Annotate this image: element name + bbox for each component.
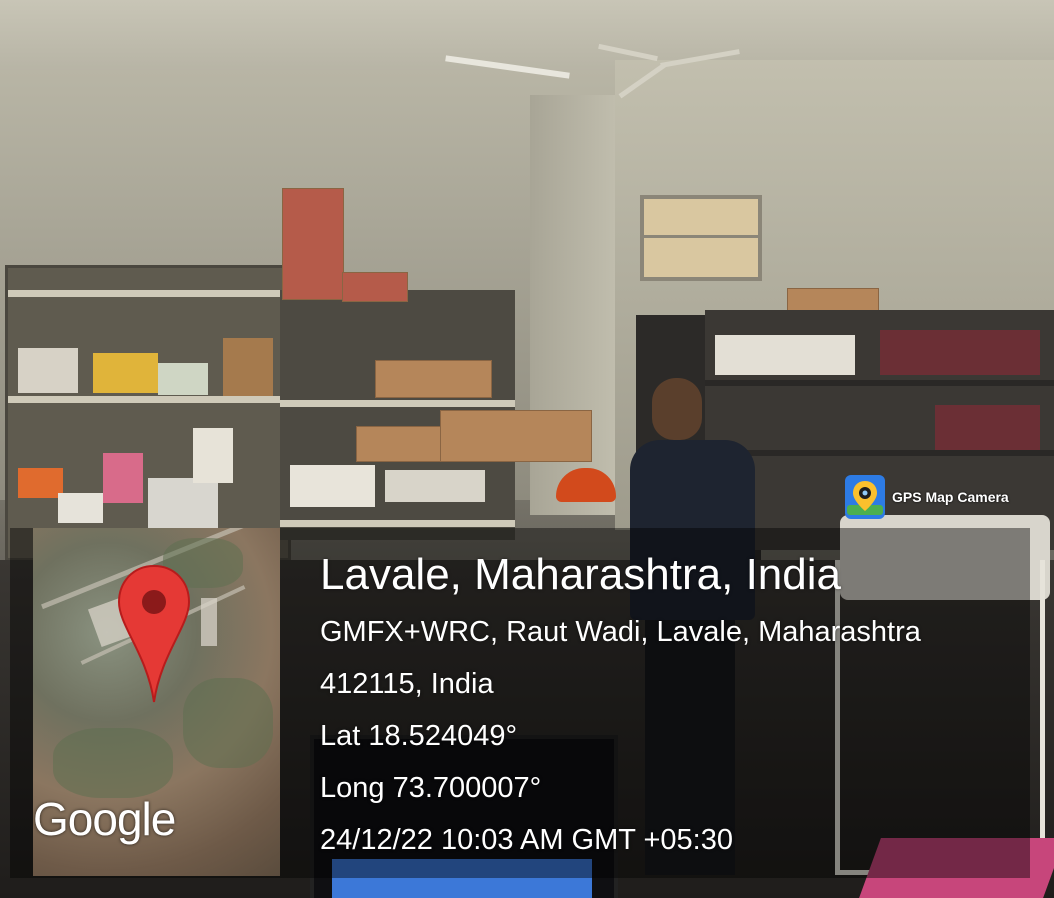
paper-stack (385, 470, 485, 502)
map-thumbnail[interactable]: Google (33, 528, 280, 876)
location-info: Lavale, Maharashtra, India GMFX+WRC, Rau… (320, 550, 921, 866)
paper-stack (290, 465, 375, 507)
file-stack (342, 272, 408, 302)
latitude: Lat 18.524049° (320, 720, 518, 752)
left-bookshelf (5, 265, 291, 561)
window (640, 195, 762, 281)
longitude: Long 73.700007° (320, 772, 542, 804)
brand-label: GPS Map Camera (892, 489, 1009, 505)
cardboard-box (356, 426, 448, 462)
address-line-2: 412115, India (320, 668, 494, 700)
map-pin-camera-icon (845, 475, 885, 519)
person-head (652, 378, 702, 440)
file-stack (282, 188, 344, 300)
datetime: 24/12/22 10:03 AM GMT +05:30 (320, 824, 733, 856)
map-pin-icon (117, 564, 191, 703)
cardboard-box (375, 360, 492, 398)
cardboard-box (440, 410, 592, 462)
location-title: Lavale, Maharashtra, India (320, 550, 841, 599)
google-attribution: Google (33, 793, 176, 845)
gps-map-camera-brand: GPS Map Camera (845, 474, 1009, 520)
address-line-1: GMFX+WRC, Raut Wadi, Lavale, Maharashtra (320, 616, 921, 648)
